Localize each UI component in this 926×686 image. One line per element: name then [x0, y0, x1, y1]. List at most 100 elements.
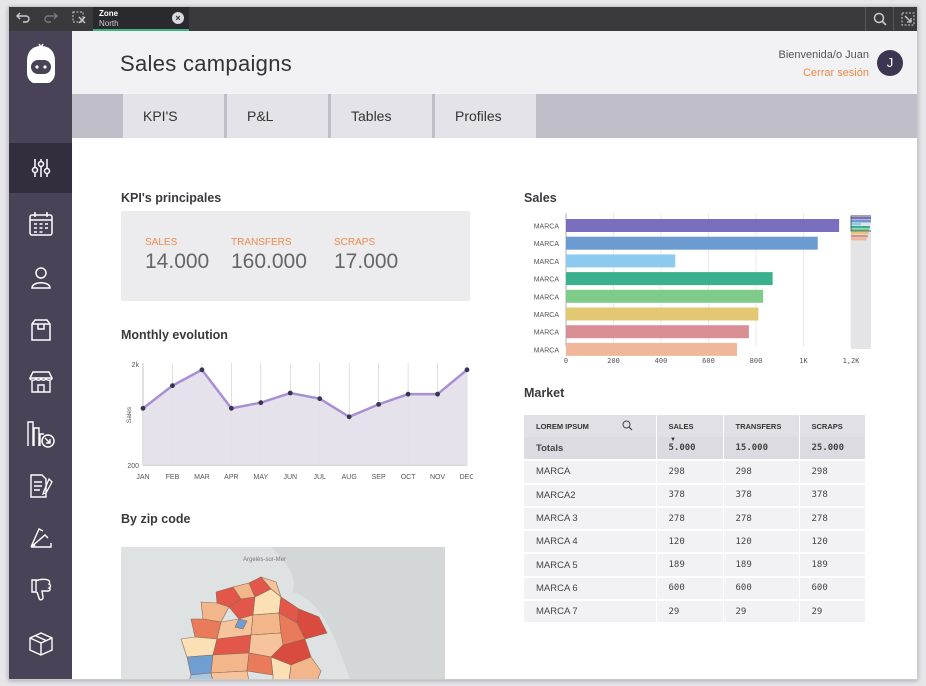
zone-title: Zone	[99, 9, 119, 18]
x-tick-label: OCT	[401, 474, 417, 481]
sliders-icon	[31, 159, 50, 177]
search-icon[interactable]	[865, 7, 893, 31]
tab-pl[interactable]: P&L	[227, 94, 328, 138]
choropleth-map: Argelès-sur-Mer	[180, 547, 445, 679]
sales-bar	[566, 307, 759, 321]
logout-link[interactable]: Cerrar sesión	[803, 67, 869, 79]
zone-close-icon[interactable]: ×	[172, 12, 184, 24]
table-row[interactable]: MARCA 4 120 120 120	[524, 530, 865, 555]
row-transfers: 189	[723, 553, 800, 578]
totals-scraps: 25.000	[799, 437, 865, 462]
bar-category-label: MARCA	[534, 241, 560, 248]
row-name: MARCA 4	[524, 530, 657, 555]
sidebar-item-dislike[interactable]	[9, 565, 72, 615]
redo-icon[interactable]	[41, 10, 61, 28]
table-row[interactable]: MARCA 5 189 189 189	[524, 553, 865, 578]
row-sales: 378	[656, 483, 724, 508]
exit-fullscreen-icon[interactable]	[893, 7, 917, 31]
sidebar-item-filters[interactable]	[9, 143, 72, 193]
row-sales: 278	[656, 506, 724, 532]
sales-bar	[566, 219, 840, 232]
monthly-section-title: Monthly evolution	[121, 328, 228, 342]
x-tick-label: 0	[564, 357, 568, 365]
x-tick-label: DEC	[460, 474, 473, 481]
store-icon	[28, 371, 53, 393]
totals-label: Totals	[524, 437, 657, 462]
x-tick-label: SEP	[372, 474, 386, 481]
x-tick-label: 800	[750, 357, 763, 365]
tab-tables[interactable]: Tables	[331, 94, 432, 138]
bar-category-label: MARCA	[534, 312, 560, 319]
building-chart-icon	[26, 421, 55, 448]
column-header-scraps[interactable]: SCRAPS	[799, 415, 865, 437]
bar-category-label: MARCA	[534, 330, 560, 337]
y-axis-label: Sales	[126, 406, 133, 423]
row-sales: 120	[656, 530, 724, 555]
totals-sales: 5.000	[656, 437, 724, 462]
sidebar-item-store[interactable]	[9, 357, 72, 407]
data-point	[228, 405, 234, 411]
sidebar-item-swatches[interactable]	[9, 513, 72, 563]
avatar[interactable]: J	[877, 50, 903, 76]
bar-category-label: MARCA	[534, 294, 560, 301]
row-transfers: 378	[723, 483, 800, 508]
row-sales: 600	[656, 576, 724, 602]
market-table: LOREM IPSUM SALES TRANSFERS SCRAPS Total…	[524, 415, 865, 625]
column-header-sales[interactable]: SALES	[656, 415, 724, 437]
tab-profiles[interactable]: Profiles	[435, 94, 536, 138]
color-swatch-icon	[29, 528, 52, 548]
close-icon[interactable]	[69, 10, 89, 28]
overview-bar	[851, 220, 871, 223]
row-transfers: 120	[723, 530, 800, 555]
sidebar-item-analytics[interactable]	[9, 409, 72, 459]
sidebar-item-calendar[interactable]	[9, 199, 72, 249]
overview-bar	[851, 217, 871, 220]
data-point	[435, 391, 440, 397]
zip-section-title: By zip code	[121, 512, 191, 526]
sidebar-item-user[interactable]	[9, 253, 72, 303]
zone-tab[interactable]: Zone North ×	[93, 7, 189, 31]
overview-bar	[851, 232, 869, 235]
x-tick-label: AUG	[342, 474, 357, 481]
sales-bar	[566, 272, 773, 286]
sales-bar	[566, 325, 749, 339]
app-window: Zone North × Sales campaigns Bienvenida/…	[8, 6, 918, 680]
table-row[interactable]: MARCA2 378 378 378	[524, 483, 865, 508]
column-header-transfers[interactable]: TRANSFERS	[723, 415, 800, 437]
table-search-icon[interactable]	[622, 420, 633, 431]
x-tick-label: APR	[224, 474, 238, 481]
user-icon	[30, 267, 51, 289]
overview-bar	[851, 235, 868, 238]
sales-bar	[566, 254, 676, 268]
x-tick-label: JAN	[136, 474, 149, 481]
table-header-row: LOREM IPSUM SALES TRANSFERS SCRAPS	[524, 415, 865, 437]
data-point	[346, 414, 352, 420]
sidebar-item-box[interactable]	[9, 305, 72, 355]
zip-code-map[interactable]: Argelès-sur-Mer	[121, 547, 445, 679]
bar-category-label: MARCA	[534, 277, 560, 284]
kpi-label: TRANSFERS	[231, 237, 292, 248]
sales-bar	[566, 342, 737, 356]
sidebar-item-reports[interactable]	[9, 461, 72, 511]
sidebar-item-package[interactable]	[9, 619, 72, 669]
row-transfers: 298	[723, 460, 800, 485]
kpi-sales: SALES 14.000	[145, 237, 209, 274]
x-tick-label: 600	[702, 357, 715, 365]
column-header-name[interactable]: LOREM IPSUM	[524, 415, 657, 437]
page-header: Sales campaigns Bienvenida/o Juan Cerrar…	[72, 31, 917, 94]
kpi-scraps: SCRAPS 17.000	[334, 237, 398, 274]
table-row[interactable]: MARCA 3 278 278 278	[524, 506, 865, 532]
data-point	[317, 396, 323, 402]
row-name: MARCA 3	[524, 506, 657, 532]
map-place-label: Argelès-sur-Mer	[243, 557, 286, 563]
table-row[interactable]: MARCA 7 29 29 29	[524, 600, 865, 625]
table-row[interactable]: MARCA 298 298 298	[524, 460, 865, 485]
thumbs-down-icon	[30, 578, 51, 601]
zone-subtitle: North	[99, 19, 119, 28]
table-row[interactable]: MARCA 6 600 600 600	[524, 576, 865, 602]
tab-kpis[interactable]: KPI'S	[123, 94, 224, 138]
row-scraps: 189	[799, 553, 865, 578]
undo-icon[interactable]	[13, 10, 33, 28]
sort-desc-icon[interactable]: ▼	[670, 437, 676, 443]
row-name: MARCA 6	[524, 576, 657, 602]
